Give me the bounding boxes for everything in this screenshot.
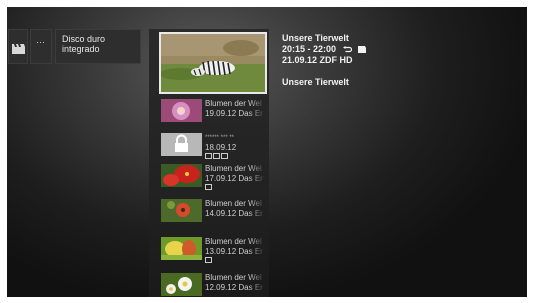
info-date-channel: 21.09.12 ZDF HD — [282, 55, 353, 65]
recording-item[interactable]: Blumen der Wel 19.09.12 Das Er — [161, 96, 267, 126]
info-title: Unsere Tierwelt — [282, 33, 349, 43]
recordings-list[interactable]: Blumen der Wel 19.09.12 Das Er ****** **… — [149, 29, 269, 297]
recording-thumbnail — [161, 237, 202, 260]
recording-item[interactable]: Blumen der Wel 13.09.12 Das Er — [161, 234, 267, 264]
integrated-hard-disk-tile[interactable]: Disco duro integrado — [55, 29, 141, 64]
media-browser-screen: ··· Disco duro integrado Blumen der Wel … — [7, 7, 527, 297]
recording-date: 19.09.12 Das Er — [205, 109, 263, 118]
recording-date: 13.09.12 Das Er — [205, 247, 263, 256]
recording-title: Blumen der Wel — [205, 164, 262, 173]
recording-item[interactable]: Blumen der Wel 12.09.12 Das Er — [161, 270, 267, 297]
recording-status-icons — [205, 257, 213, 265]
recording-date: 14.09.12 Das Er — [205, 209, 263, 218]
recording-item[interactable]: Blumen der Wel 17.09.12 Das Er — [161, 161, 267, 191]
recording-info-panel: Unsere Tierwelt 20:15 - 22:00 21.09.12 Z… — [282, 33, 367, 88]
recording-thumbnail — [161, 164, 202, 187]
recording-title: Blumen der Wel — [205, 237, 262, 246]
repeat-icon — [342, 46, 352, 53]
recording-date: 18.09.12 — [205, 143, 237, 152]
clapperboard-icon — [358, 46, 367, 54]
info-description: Unsere Tierwelt — [282, 77, 349, 87]
recording-thumbnail — [161, 99, 202, 122]
recording-item[interactable]: Blumen der Wel 14.09.12 Das Er — [161, 196, 267, 226]
recording-thumbnail — [161, 199, 202, 222]
recording-date: 12.09.12 Das Er — [205, 283, 263, 292]
recording-title: ****** *** ** — [205, 135, 235, 141]
recording-title: Blumen der Wel — [205, 199, 262, 208]
info-time: 20:15 - 22:00 — [282, 44, 337, 54]
recording-title: Blumen der Wel — [205, 273, 262, 282]
recording-title: Blumen der Wel — [205, 99, 262, 108]
recording-date: 17.09.12 Das Er — [205, 174, 263, 183]
clapperboard-icon — [12, 44, 25, 54]
more-dots-label: ··· — [36, 37, 45, 47]
videos-category-tile[interactable] — [8, 29, 28, 64]
zebra-image — [161, 34, 265, 92]
lock-icon — [161, 133, 202, 156]
more-category-tile[interactable]: ··· — [30, 29, 52, 64]
recording-thumbnail — [161, 273, 202, 296]
featured-recording-thumbnail[interactable] — [159, 32, 267, 94]
recording-status-icons — [205, 153, 229, 161]
recording-status-icons — [205, 184, 213, 192]
recording-item[interactable]: ****** *** ** 18.09.12 — [161, 130, 267, 160]
recording-thumbnail — [161, 133, 202, 156]
hard-disk-label: Disco duro integrado — [62, 34, 106, 54]
